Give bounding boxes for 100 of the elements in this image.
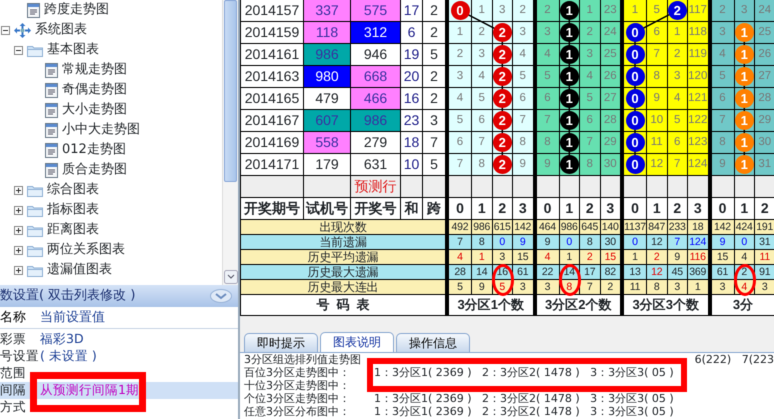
table-cell: 23 xyxy=(600,0,621,22)
tree-item[interactable]: 遗漏值图表 xyxy=(47,260,112,280)
column-header: 跨 xyxy=(423,198,446,220)
table-cell: 12 xyxy=(651,266,662,278)
number-ball: 2 xyxy=(492,67,512,86)
number-ball: 0 xyxy=(626,23,644,42)
scrollbar-thumb[interactable] xyxy=(224,0,237,182)
document-icon xyxy=(45,162,58,178)
document-icon xyxy=(27,2,40,18)
table-cell: 7 xyxy=(647,44,668,66)
table-cell xyxy=(304,176,351,198)
group-label: 3分 xyxy=(708,295,774,316)
group-label: 3分区3个数 xyxy=(621,295,708,316)
table-cell: 7 xyxy=(708,110,734,132)
table-cell: 5 xyxy=(513,66,534,88)
table-cell: 4 xyxy=(446,88,472,110)
table-cell: 15 xyxy=(604,251,616,263)
settings-row[interactable]: 彩票 福彩3D xyxy=(0,331,238,348)
expand-toggle[interactable] xyxy=(14,186,23,194)
table-cell: 7 xyxy=(446,154,472,176)
table-cell: 9 xyxy=(668,250,688,265)
tree-item[interactable]: 距离图表 xyxy=(47,220,99,240)
expand-toggle[interactable] xyxy=(14,226,23,234)
tree-item[interactable]: 跨度走势图 xyxy=(44,0,109,20)
number-ball: 1 xyxy=(734,89,754,108)
tree-item[interactable]: 常规走势图 xyxy=(62,60,127,80)
column-header: 开奖号 xyxy=(351,198,401,220)
table-cell: 7 xyxy=(423,132,446,154)
tree-item[interactable]: 小中大走势图 xyxy=(62,120,140,140)
expand-toggle[interactable] xyxy=(14,266,23,274)
table-cell: 191 xyxy=(755,220,774,235)
column-header: 1 xyxy=(734,198,755,220)
tree-item[interactable]: 质合走势图 xyxy=(62,160,127,180)
table-cell: 7 xyxy=(580,280,600,295)
table-cell: 0 xyxy=(566,236,572,248)
table-cell: 2 xyxy=(423,22,446,44)
table-cell: 1 xyxy=(560,250,580,265)
settings-row[interactable]: 范围 xyxy=(0,365,238,382)
table-cell: 179 xyxy=(304,154,351,176)
column-header: 0 xyxy=(446,198,472,220)
tree-item[interactable]: 基本图表 xyxy=(47,40,99,60)
table-cell: 986 xyxy=(560,220,580,235)
number-ball: 1 xyxy=(734,23,754,42)
collapse-toggle[interactable] xyxy=(14,46,23,54)
number-ball: 1 xyxy=(734,155,754,174)
number-ball: 0 xyxy=(450,1,470,20)
setting-value: 福彩3D xyxy=(39,330,84,348)
expand-toggle[interactable] xyxy=(14,246,23,254)
expand-toggle[interactable] xyxy=(14,206,23,214)
document-icon xyxy=(45,82,58,98)
table-cell: 30 xyxy=(600,235,621,250)
number-ball: 1 xyxy=(560,89,579,108)
table-cell: 30 xyxy=(600,154,621,176)
tree-item[interactable]: 大小走势图 xyxy=(62,100,127,120)
tree-item[interactable]: 012走势图 xyxy=(62,140,126,160)
table-cell: 9 xyxy=(520,236,526,248)
table-cell: 15 xyxy=(708,250,734,265)
table-cell: 7 xyxy=(674,236,680,248)
number-ball: 0 xyxy=(626,133,644,152)
note-text: 1：3分区1( 2369 ) 2：3分区2( 1478 ) 3：3分区3( 05 ) xyxy=(374,392,674,405)
column-header: 2 xyxy=(580,198,600,220)
table-cell: 2 xyxy=(534,0,560,22)
table-cell: 29 xyxy=(755,110,774,132)
table-cell: 1 xyxy=(446,22,472,44)
tree-item[interactable]: 两位关系图表 xyxy=(47,240,125,260)
table-cell: 1 xyxy=(688,280,708,295)
table-cell: 124 xyxy=(689,236,706,248)
settings-row[interactable]: 号设置( 未设置 ) xyxy=(0,348,238,365)
table-cell: 312 xyxy=(351,22,401,44)
table-cell: 10 xyxy=(647,110,668,132)
row-label: 号 码 表 xyxy=(241,295,446,316)
column-header: 1 xyxy=(647,198,668,220)
scroll-down-icon[interactable] xyxy=(224,270,238,284)
column-header: 开奖期号 xyxy=(241,198,304,220)
tree-item[interactable]: 系统图表 xyxy=(35,20,87,40)
column-header: 试机号 xyxy=(304,198,351,220)
scrollbar[interactable] xyxy=(222,0,238,285)
collapse-toggle[interactable] xyxy=(1,26,10,34)
tab[interactable]: 即时提示 xyxy=(244,333,318,352)
settings-row[interactable]: 方式 xyxy=(0,399,238,416)
tree-item[interactable]: 指标图表 xyxy=(47,200,99,220)
table-cell: 4 xyxy=(668,88,688,110)
table-cell: 30 xyxy=(755,132,774,154)
table-cell: 2014165 xyxy=(241,88,304,110)
tab[interactable]: 图表说明 xyxy=(320,332,394,352)
table-cell: 5 xyxy=(423,154,446,176)
table-cell: 8 xyxy=(534,132,560,154)
table-cell: 3 xyxy=(580,44,600,66)
table-cell: 4 xyxy=(708,44,734,66)
row-label: 历史最大连出 xyxy=(241,280,446,295)
number-ball: 1 xyxy=(734,111,754,130)
tab[interactable]: 操作信息 xyxy=(396,333,470,352)
table-cell: 121 xyxy=(688,88,708,110)
table-cell: 20 xyxy=(401,66,423,88)
tree-item[interactable]: 奇偶走势图 xyxy=(62,80,127,100)
number-ball: 1 xyxy=(734,45,754,64)
selected-row[interactable]: 间隔 从预测行间隔1期 xyxy=(0,382,238,399)
table-cell: 337 xyxy=(304,0,351,22)
number-ball: 0 xyxy=(626,111,644,130)
tree-item[interactable]: 综合图表 xyxy=(47,180,99,200)
